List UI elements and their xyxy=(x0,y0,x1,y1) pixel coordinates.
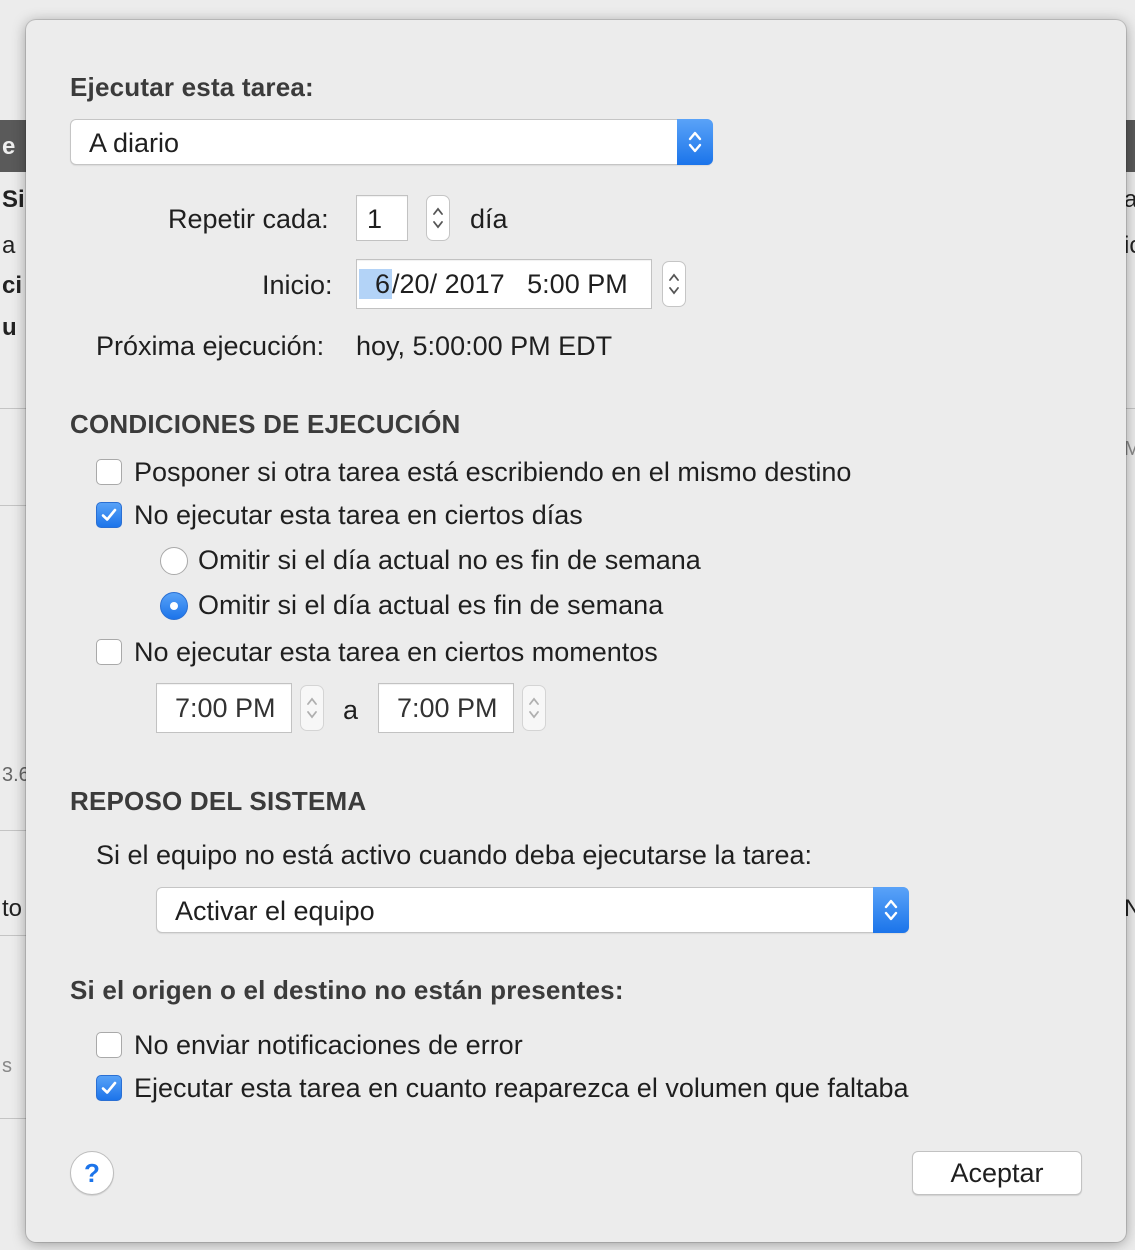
repeat-unit-label: día xyxy=(470,204,508,234)
postpone-checkbox[interactable] xyxy=(96,459,122,485)
repeat-interval-field[interactable]: 1 xyxy=(356,195,408,241)
background-text-fragment: to xyxy=(2,895,23,922)
question-mark-icon: ? xyxy=(84,1157,100,1188)
start-date-rest[interactable]: /20/ 2017 xyxy=(392,269,505,299)
next-run-label: Próxima ejecución: xyxy=(96,331,325,361)
repeat-every-label: Repetir cada: xyxy=(168,204,329,234)
skip-weekend-label[interactable]: Omitir si el día actual es fin de semana xyxy=(198,590,663,621)
run-on-reappear-checkbox[interactable] xyxy=(96,1075,122,1101)
system-sleep-heading: REPOSO DEL SISTEMA xyxy=(70,786,367,816)
popup-arrows-icon xyxy=(677,119,713,165)
run-conditions-heading: CONDICIONES DE EJECUCIÓN xyxy=(70,409,461,439)
repeat-interval-stepper[interactable] xyxy=(426,195,450,241)
background-text-fragment: a xyxy=(2,232,16,259)
checkmark-icon xyxy=(101,1081,117,1094)
skip-time-from-value: 7:00 PM xyxy=(175,693,276,723)
start-date-time-field[interactable]: 6/20/ 2017 5:00 PM xyxy=(356,259,652,309)
start-label: Inicio: xyxy=(262,270,333,300)
background-text-fragment: u xyxy=(2,314,17,341)
skip-time-from-field[interactable]: 7:00 PM xyxy=(156,683,292,733)
frequency-popup[interactable]: A diario xyxy=(70,119,713,165)
no-error-notifications-checkbox[interactable] xyxy=(96,1032,122,1058)
ok-button-label: Aceptar xyxy=(950,1157,1044,1188)
frequency-popup-value: A diario xyxy=(89,128,180,158)
skip-times-checkbox[interactable] xyxy=(96,639,122,665)
sleep-action-popup-value: Activar el equipo xyxy=(175,896,375,926)
skip-times-label[interactable]: No ejecutar esta tarea en ciertos moment… xyxy=(134,637,658,668)
stepper-arrows-icon xyxy=(433,207,443,229)
sleep-action-popup[interactable]: Activar el equipo xyxy=(156,887,909,933)
checkmark-icon xyxy=(101,508,117,521)
skip-time-to-stepper[interactable] xyxy=(522,685,546,731)
system-sleep-prompt: Si el equipo no está activo cuando deba … xyxy=(96,840,812,870)
skip-weekday-radio[interactable] xyxy=(160,547,188,575)
background-text-fragment: s xyxy=(2,1055,12,1077)
schedule-options-sheet: Ejecutar esta tarea: A diario Repetir ca… xyxy=(26,20,1126,1242)
skip-days-label[interactable]: No ejecutar esta tarea en ciertos días xyxy=(134,500,583,531)
repeat-interval-value: 1 xyxy=(367,204,383,234)
time-range-separator: a xyxy=(343,695,359,725)
run-task-heading: Ejecutar esta tarea: xyxy=(70,72,314,102)
run-on-reappear-label[interactable]: Ejecutar esta tarea en cuanto reaparezca… xyxy=(134,1073,909,1104)
stepper-arrows-icon xyxy=(307,697,317,719)
next-run-value: hoy, 5:00:00 PM EDT xyxy=(356,331,613,361)
start-time[interactable]: 5:00 PM xyxy=(527,269,628,299)
ok-button[interactable]: Aceptar xyxy=(912,1151,1082,1195)
skip-weekend-radio[interactable] xyxy=(160,592,188,620)
missing-volumes-heading: Si el origen o el destino no están prese… xyxy=(70,975,624,1005)
background-text-fragment: e xyxy=(2,133,16,160)
postpone-label[interactable]: Posponer si otra tarea está escribiendo … xyxy=(134,457,851,488)
background-text-fragment: Si xyxy=(2,186,25,213)
stepper-arrows-icon xyxy=(529,697,539,719)
background-text-fragment: ci xyxy=(2,272,23,299)
help-button[interactable]: ? xyxy=(70,1151,114,1195)
popup-arrows-icon xyxy=(873,887,909,933)
no-error-notifications-label[interactable]: No enviar notificaciones de error xyxy=(134,1030,523,1061)
start-date-stepper[interactable] xyxy=(662,261,686,307)
skip-days-checkbox[interactable] xyxy=(96,502,122,528)
start-date-month-selected[interactable]: 6 xyxy=(359,269,393,299)
skip-time-from-stepper[interactable] xyxy=(300,685,324,731)
stepper-arrows-icon xyxy=(669,273,679,295)
skip-weekday-label[interactable]: Omitir si el día actual no es fin de sem… xyxy=(198,545,701,576)
skip-time-to-field[interactable]: 7:00 PM xyxy=(378,683,514,733)
skip-time-to-value: 7:00 PM xyxy=(397,693,498,723)
